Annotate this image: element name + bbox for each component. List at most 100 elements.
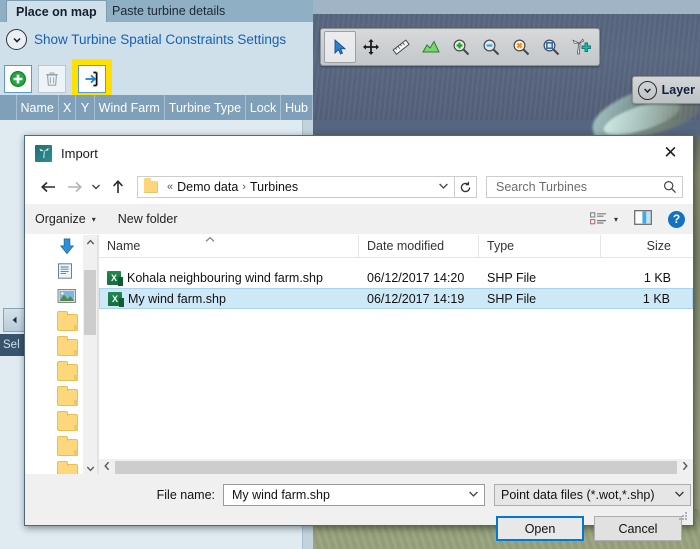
column-header-size[interactable]: Size bbox=[601, 235, 681, 257]
document-icon bbox=[57, 263, 75, 282]
scroll-left-icon[interactable] bbox=[99, 461, 115, 474]
table-row[interactable]: X Kohala neighbouring wind farm.shp 06/1… bbox=[99, 267, 693, 288]
view-list-icon bbox=[590, 212, 606, 225]
layers-panel-button[interactable]: Layer bbox=[631, 76, 700, 104]
recent-locations-button[interactable] bbox=[87, 183, 105, 191]
select-tool[interactable] bbox=[324, 31, 356, 63]
selection-side-tab[interactable]: Sel bbox=[0, 334, 26, 356]
organize-menu[interactable]: Organize ▾ bbox=[35, 212, 96, 226]
file-type-cell: SHP File bbox=[487, 270, 537, 285]
nav-item-folder-2[interactable] bbox=[25, 335, 83, 360]
navigation-pane-scrollbar[interactable] bbox=[83, 235, 97, 475]
import-turbines-button[interactable] bbox=[78, 65, 106, 93]
delete-turbine-button[interactable] bbox=[38, 65, 66, 93]
new-folder-button[interactable]: New folder bbox=[118, 212, 178, 226]
column-header-type[interactable]: Type bbox=[479, 235, 601, 257]
chevron-down-icon bbox=[6, 29, 27, 50]
file-size-cell: 1 KB bbox=[642, 291, 670, 306]
zoom-out-tool[interactable] bbox=[476, 32, 506, 62]
back-button[interactable] bbox=[35, 174, 61, 200]
chevron-down-icon[interactable] bbox=[668, 490, 690, 501]
horizontal-scroll-thumb[interactable] bbox=[115, 460, 677, 474]
zoom-reset-tool[interactable] bbox=[506, 32, 536, 62]
measure-tool[interactable] bbox=[386, 32, 416, 62]
forward-button[interactable] bbox=[61, 174, 87, 200]
navigation-pane-scroll-thumb[interactable] bbox=[84, 270, 96, 335]
column-header-hub[interactable]: Hub bbox=[281, 95, 313, 120]
nav-item-folder-4[interactable] bbox=[25, 385, 83, 410]
column-header-lock[interactable]: Lock bbox=[246, 95, 282, 120]
grid-row-selector-column bbox=[0, 95, 17, 120]
app-icon bbox=[35, 144, 52, 162]
zoom-in-tool[interactable] bbox=[446, 32, 476, 62]
organize-label: Organize bbox=[35, 212, 86, 226]
scroll-down-icon[interactable] bbox=[83, 461, 97, 475]
nav-item-documents[interactable] bbox=[25, 260, 83, 285]
file-name-text: Kohala neighbouring wind farm.shp bbox=[127, 270, 323, 285]
file-list-rows: X Kohala neighbouring wind farm.shp 06/1… bbox=[99, 258, 693, 309]
file-list-header: Name Date modified Type Size bbox=[99, 235, 693, 258]
breadcrumb-segment-turbines[interactable]: Turbines bbox=[250, 180, 298, 194]
cancel-button[interactable]: Cancel bbox=[594, 516, 682, 541]
breadcrumb[interactable]: « Demo data › Turbines bbox=[137, 176, 455, 198]
column-header-y[interactable]: Y bbox=[76, 95, 95, 120]
table-row[interactable]: X My wind farm.shp 06/12/2017 14:19 SHP … bbox=[99, 288, 693, 309]
dialog-titlebar[interactable]: Import ✕ bbox=[25, 136, 693, 170]
file-list[interactable]: Name Date modified Type Size X Kohala ne… bbox=[99, 235, 693, 475]
pan-tool[interactable] bbox=[356, 32, 386, 62]
file-size-cell: 1 KB bbox=[643, 270, 671, 285]
sort-ascending-icon bbox=[204, 236, 216, 245]
resize-grip[interactable] bbox=[679, 512, 689, 522]
nav-item-folder-7[interactable] bbox=[25, 460, 83, 475]
zoom-extents-tool[interactable] bbox=[536, 32, 566, 62]
nav-item-folder-3[interactable] bbox=[25, 360, 83, 385]
new-folder-label: New folder bbox=[117, 212, 178, 226]
refresh-button[interactable] bbox=[455, 176, 477, 198]
dialog-title: Import bbox=[61, 145, 98, 161]
scroll-up-icon[interactable] bbox=[83, 235, 97, 249]
navigation-pane[interactable] bbox=[25, 235, 97, 475]
spatial-constraints-toggle[interactable]: Show Turbine Spatial Constraints Setting… bbox=[6, 29, 286, 50]
column-header-name[interactable]: Name bbox=[17, 95, 59, 120]
preview-pane-button[interactable] bbox=[634, 210, 652, 228]
open-button[interactable]: Open bbox=[496, 516, 584, 541]
file-name-cell: X Kohala neighbouring wind farm.shp bbox=[99, 270, 359, 286]
column-header-name[interactable]: Name bbox=[99, 235, 359, 257]
file-name-combobox[interactable] bbox=[223, 484, 485, 506]
breadcrumb-separator: › bbox=[242, 181, 246, 193]
search-box[interactable] bbox=[486, 176, 683, 198]
add-turbine-button[interactable] bbox=[4, 65, 32, 93]
breadcrumb-segment-demo-data[interactable]: Demo data bbox=[177, 180, 238, 194]
chevron-down-icon[interactable] bbox=[462, 490, 484, 501]
nav-item-folder-5[interactable] bbox=[25, 410, 83, 435]
breadcrumb-overflow[interactable]: « bbox=[167, 181, 173, 193]
file-name-input[interactable] bbox=[230, 487, 462, 503]
tab-paste-turbine-details[interactable]: Paste turbine details bbox=[103, 0, 234, 22]
column-header-x[interactable]: X bbox=[59, 95, 77, 120]
open-button-label: Open bbox=[524, 521, 556, 536]
nav-item-folder-6[interactable] bbox=[25, 435, 83, 460]
help-button[interactable]: ? bbox=[668, 210, 685, 228]
nav-item-pictures[interactable] bbox=[25, 285, 83, 310]
tab-place-on-map[interactable]: Place on map bbox=[6, 0, 107, 23]
downloads-icon bbox=[57, 238, 77, 258]
column-header-wind-farm[interactable]: Wind Farm bbox=[95, 95, 165, 120]
chevron-down-icon[interactable] bbox=[432, 182, 454, 193]
folder-icon bbox=[57, 411, 78, 431]
search-icon bbox=[663, 180, 677, 194]
scroll-right-icon[interactable] bbox=[677, 461, 693, 474]
change-view-button[interactable]: ▾ bbox=[590, 212, 618, 226]
column-header-turbine-type[interactable]: Turbine Type bbox=[165, 95, 247, 120]
search-input[interactable] bbox=[494, 179, 663, 195]
file-list-horizontal-scrollbar[interactable] bbox=[99, 459, 693, 475]
nav-item-folder-1[interactable] bbox=[25, 310, 83, 335]
up-button[interactable] bbox=[105, 174, 131, 200]
column-header-date-modified[interactable]: Date modified bbox=[359, 235, 479, 257]
pictures-icon bbox=[57, 288, 77, 307]
folder-icon bbox=[144, 178, 158, 193]
nav-item-downloads[interactable] bbox=[25, 235, 83, 260]
add-turbine-tool[interactable] bbox=[566, 32, 596, 62]
close-icon[interactable]: ✕ bbox=[648, 136, 693, 169]
profile-tool[interactable] bbox=[416, 32, 446, 62]
file-type-combobox[interactable]: Point data files (*.wot,*.shp) bbox=[494, 484, 691, 506]
